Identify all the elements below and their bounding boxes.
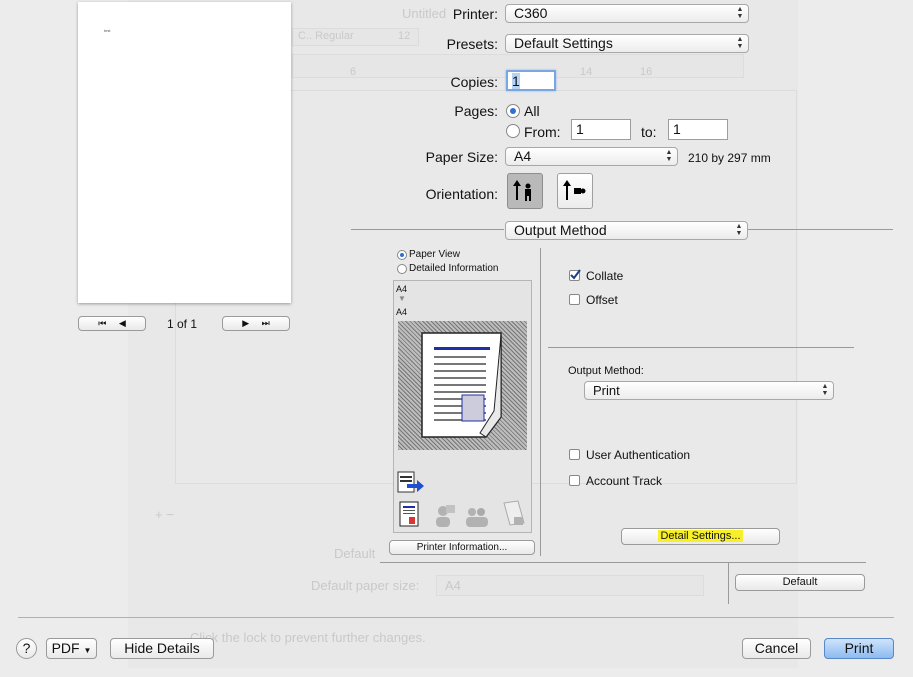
background-ruler-mark: 14	[580, 66, 593, 78]
pages-to-label: to:	[641, 124, 657, 140]
background-default-line: Default	[334, 546, 376, 561]
cancel-button[interactable]: Cancel	[742, 638, 811, 659]
section-divider-right	[748, 229, 893, 230]
collate-label: Collate	[586, 269, 624, 283]
background-font: C.. Regular	[298, 30, 354, 42]
hide-details-button[interactable]: Hide Details	[110, 638, 214, 659]
previous-page-icon[interactable]: ◀	[119, 318, 126, 328]
user-authentication-checkbox[interactable]	[569, 449, 580, 460]
output-method-value: Print	[593, 383, 620, 398]
pages-all-radio[interactable]	[506, 104, 520, 118]
background-add-remove: + −	[155, 507, 174, 522]
background-ruler-mark: 16	[640, 66, 653, 78]
radio-selected-dot	[400, 253, 404, 257]
detailed-information-label: Detailed Information	[409, 263, 499, 274]
detail-settings-button[interactable]: Detail Settings...	[621, 528, 780, 545]
offset-checkbox[interactable]	[569, 294, 580, 305]
arrow-down-icon: ▼	[398, 294, 406, 303]
section-popup[interactable]: Output Method ▲ ▼	[505, 221, 748, 240]
pages-from-field[interactable]: 1	[571, 119, 631, 140]
copies-value: 1	[512, 73, 520, 89]
secure-document-icon	[498, 499, 528, 529]
paper-label-bottom: A4	[396, 307, 408, 317]
output-tray-icon	[397, 470, 427, 496]
paper-preview-panel: A4 ▼ A4	[393, 280, 532, 533]
background-paper-size-popup	[436, 575, 704, 596]
panel-separator-default	[728, 562, 729, 604]
pages-from-label: From:	[524, 124, 561, 140]
output-method-popup[interactable]: Print ▲ ▼	[584, 381, 834, 400]
panel-separator-horizontal	[548, 347, 854, 348]
preview-back-buttons[interactable]: ⏮ ◀	[78, 316, 146, 331]
popup-arrows-icon: ▲ ▼	[735, 223, 743, 237]
panel-separator-bottom	[380, 562, 866, 563]
printer-value: C360	[514, 5, 548, 21]
copies-field[interactable]: 1	[506, 70, 556, 91]
paper-preview-image	[398, 321, 527, 450]
paper-size-label: Paper Size:	[425, 149, 498, 165]
user-authentication-label: User Authentication	[586, 448, 691, 462]
help-button[interactable]: ?	[16, 638, 37, 659]
page-preview: test	[78, 2, 291, 303]
next-page-icon[interactable]: ▶	[242, 318, 249, 328]
output-method-label: Output Method:	[568, 365, 644, 377]
paper-dimensions: 210 by 297 mm	[688, 151, 771, 165]
pages-label: Pages:	[454, 103, 498, 119]
paper-sheet-icon	[421, 332, 502, 438]
collate-checkbox[interactable]	[569, 269, 581, 281]
paper-view-label: Paper View	[409, 249, 460, 260]
panel-separator-vertical	[540, 248, 541, 556]
paper-size-value: A4	[514, 148, 532, 164]
popup-arrows-icon: ▲ ▼	[736, 6, 744, 20]
background-lock-text: Click the lock to prevent further change…	[190, 630, 426, 645]
radio-selected-dot	[510, 108, 516, 114]
popup-arrows-icon: ▲ ▼	[736, 36, 744, 50]
paper-size-popup[interactable]: A4 ▲ ▼	[505, 147, 678, 166]
portrait-button[interactable]	[507, 173, 543, 209]
detailed-information-radio[interactable]	[397, 264, 407, 274]
landscape-icon	[563, 180, 586, 200]
background-ruler-mark: 6	[350, 66, 357, 78]
background-paper-size-label: Default paper size:	[311, 578, 420, 593]
preview-forward-buttons[interactable]: ▶ ⏭	[222, 316, 290, 331]
account-track-checkbox[interactable]	[569, 475, 580, 486]
group-icon	[464, 503, 490, 529]
landscape-button[interactable]	[557, 173, 593, 209]
print-button[interactable]: Print	[824, 638, 894, 659]
checkmark-icon	[570, 269, 581, 280]
pages-to-field[interactable]: 1	[668, 119, 728, 140]
section-divider-left	[351, 229, 504, 230]
pdf-menu-button[interactable]: PDF ▼	[46, 638, 97, 659]
printer-information-button[interactable]: Printer Information...	[389, 540, 535, 555]
document-icon	[399, 501, 421, 529]
popup-arrows-icon: ▲ ▼	[665, 149, 673, 163]
printer-popup[interactable]: C360 ▲ ▼	[505, 4, 749, 23]
presets-value: Default Settings	[514, 35, 613, 51]
first-page-icon[interactable]: ⏮	[98, 318, 106, 328]
account-track-label: Account Track	[586, 474, 663, 488]
page-counter: 1 of 1	[167, 317, 198, 331]
detail-settings-label: Detail Settings...	[658, 530, 743, 542]
paper-view-radio[interactable]	[397, 250, 407, 260]
presets-popup[interactable]: Default Settings ▲ ▼	[505, 34, 749, 53]
pages-all-label: All	[524, 103, 540, 119]
last-page-icon[interactable]: ⏭	[262, 318, 270, 328]
default-button[interactable]: Default	[735, 574, 865, 591]
footer-divider	[18, 617, 894, 618]
user-icon	[434, 503, 456, 529]
copies-label: Copies:	[450, 74, 498, 90]
orientation-label: Orientation:	[425, 186, 498, 202]
page-preview-text: test	[104, 28, 111, 33]
printer-label: Printer:	[452, 6, 498, 22]
background-paper-size-value: A4	[445, 578, 461, 593]
section-popup-value: Output Method	[514, 222, 607, 238]
popup-arrows-icon: ▲ ▼	[821, 383, 829, 397]
presets-label: Presets:	[446, 36, 498, 52]
pages-from-radio[interactable]	[506, 124, 520, 138]
offset-label: Offset	[586, 293, 618, 307]
pdf-label: PDF	[51, 640, 80, 656]
dropdown-arrow-icon: ▼	[83, 646, 92, 655]
paper-label-top: A4	[396, 284, 408, 294]
portrait-icon	[513, 180, 531, 201]
